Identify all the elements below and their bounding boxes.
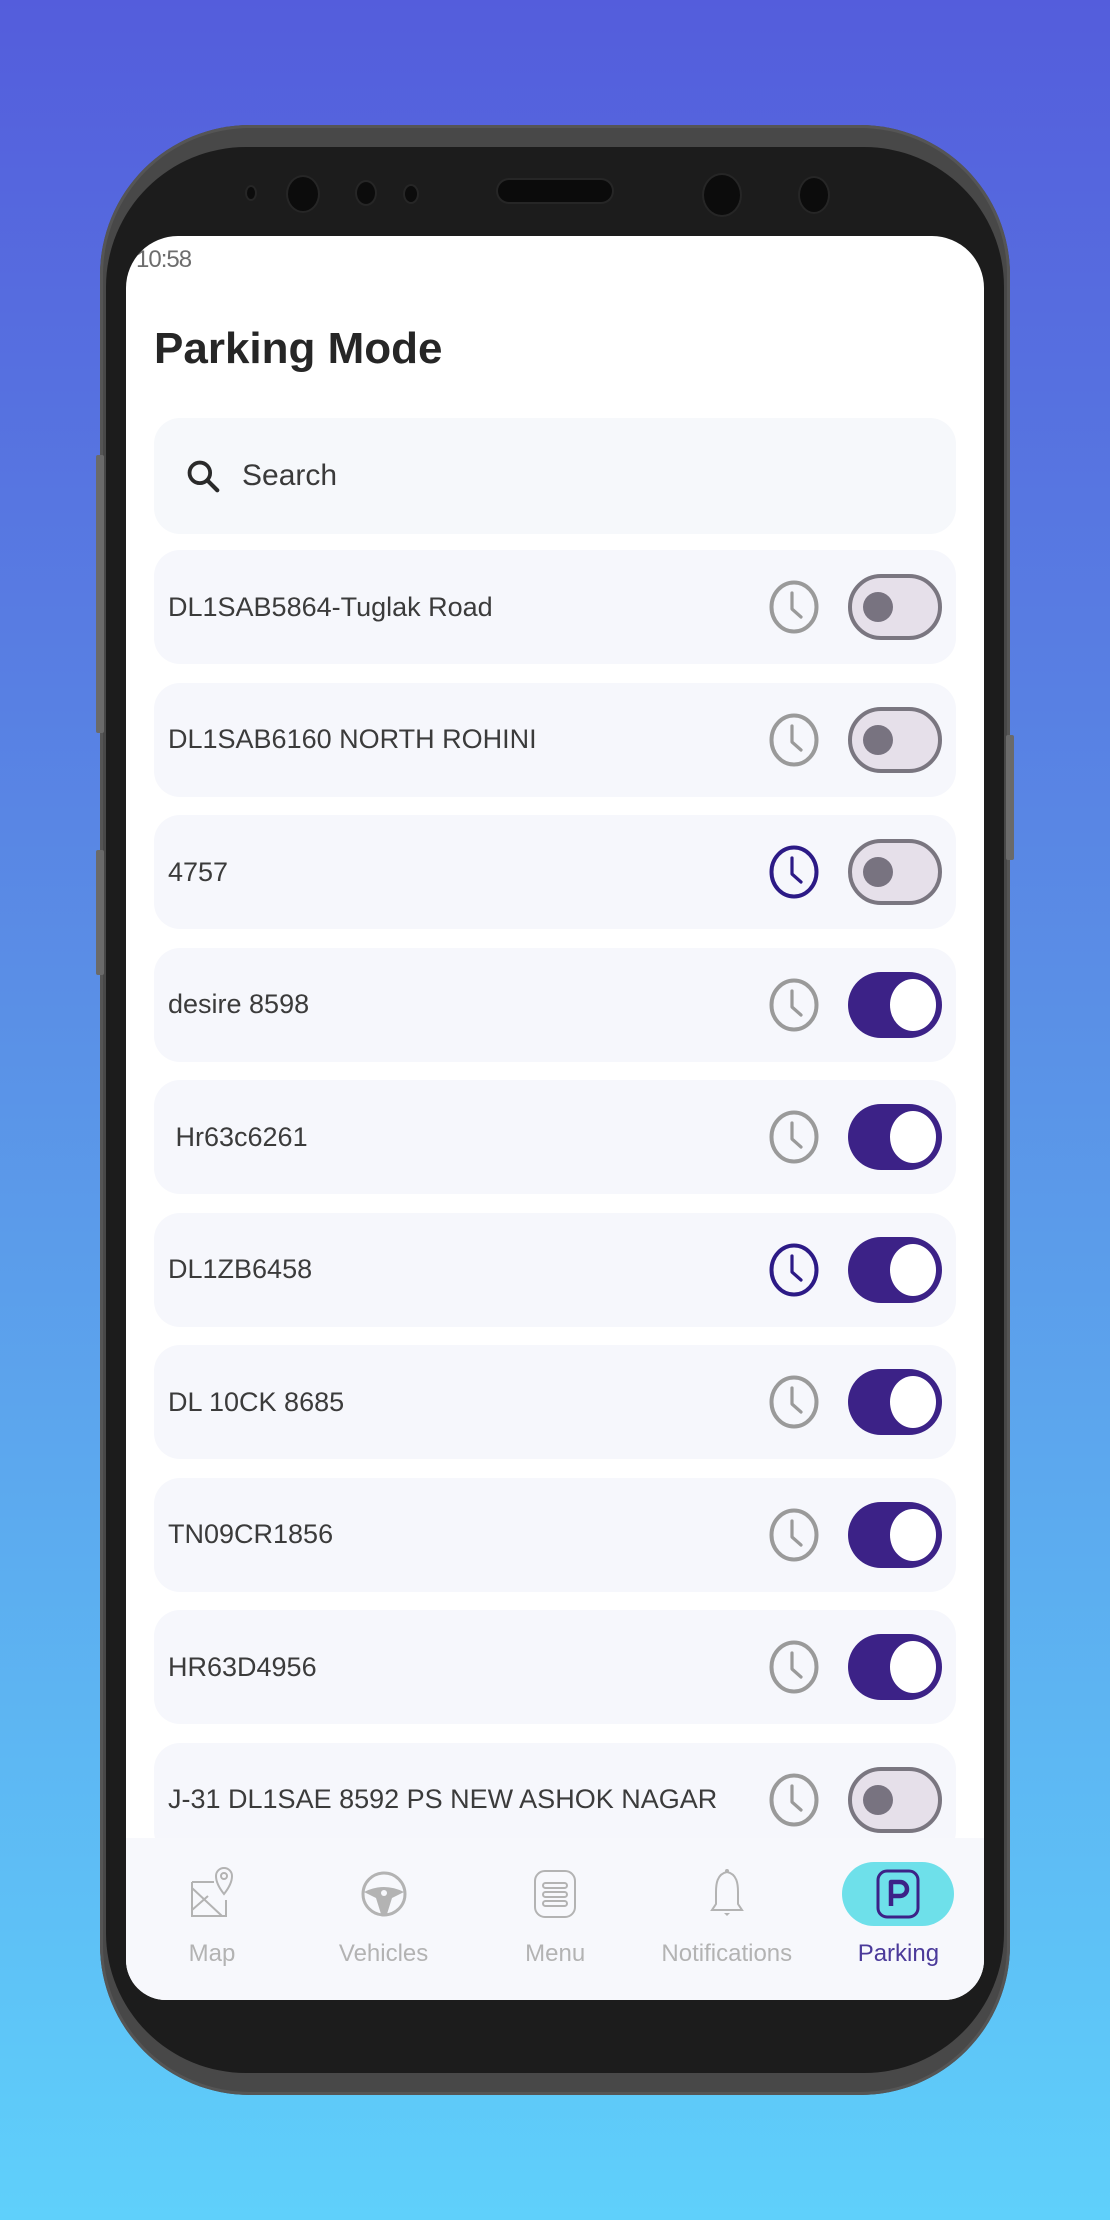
toggle-knob — [863, 592, 893, 622]
schedule-clock-icon[interactable] — [768, 1772, 820, 1828]
vehicle-row[interactable]: 4757 — [154, 815, 956, 929]
proximity-sensor — [247, 187, 255, 199]
vehicle-row[interactable]: DL1SAB5864-Tuglak Road — [154, 550, 956, 664]
iris-camera — [704, 175, 740, 215]
app-screen: 10:58 Parking Mode DL1SAB5864-Tuglak Roa… — [126, 236, 984, 2000]
sensor-dot — [405, 186, 417, 202]
map-pin-icon — [156, 1862, 268, 1926]
vehicle-row[interactable]: desire 8598 — [154, 947, 956, 1062]
schedule-clock-icon[interactable] — [768, 844, 820, 900]
vehicle-row[interactable]: DL 10CK 8685 — [154, 1345, 956, 1459]
vehicle-name: DL 10CK 8685 — [168, 1386, 345, 1417]
vehicle-name: DL1SAB5864-Tuglak Road — [168, 591, 493, 622]
schedule-clock-icon[interactable] — [768, 712, 820, 768]
nav-item-map[interactable]: Map — [126, 1838, 298, 2000]
parking-mode-toggle[interactable] — [848, 971, 942, 1038]
nav-item-parking[interactable]: Parking — [812, 1838, 984, 2000]
volume-down-button — [96, 850, 104, 975]
toggle-knob — [890, 1641, 936, 1693]
toggle-knob — [863, 1784, 893, 1815]
power-button — [1006, 735, 1014, 860]
vehicle-name: 4757 — [168, 856, 229, 887]
vehicle-row[interactable]: TN09CR1856 — [154, 1477, 956, 1592]
nav-label: Parking — [857, 1940, 940, 1967]
toggle-knob — [890, 1111, 936, 1163]
parking-mode-toggle[interactable] — [848, 1634, 942, 1700]
menu-icon — [499, 1862, 611, 1926]
parking-mode-toggle[interactable] — [848, 1104, 942, 1170]
vehicle-row[interactable]: Hr63c6261 — [154, 1080, 956, 1194]
parking-mode-toggle[interactable] — [848, 1501, 942, 1568]
schedule-clock-icon[interactable] — [768, 1109, 820, 1165]
earpiece-speaker — [498, 180, 612, 202]
search-input[interactable] — [242, 459, 842, 493]
vehicle-row[interactable]: DL1ZB6458 — [154, 1212, 956, 1327]
search-bar[interactable] — [154, 418, 956, 534]
nav-label: Notifications — [661, 1940, 793, 1967]
nav-item-vehicles[interactable]: Vehicles — [298, 1838, 470, 2000]
steering-wheel-icon — [328, 1862, 440, 1926]
toggle-knob — [890, 1243, 936, 1296]
vehicle-name: DL1SAB6160 NORTH ROHINI — [168, 724, 537, 754]
bottom-nav: Map Vehicles Menu Notifications Parking — [126, 1838, 984, 2000]
search-icon — [187, 460, 220, 493]
schedule-clock-icon[interactable] — [768, 579, 820, 635]
vehicle-row[interactable]: HR63D4956 — [154, 1610, 956, 1724]
schedule-clock-icon[interactable] — [768, 1374, 820, 1430]
status-bar-time: 10:58 — [136, 246, 192, 273]
bell-icon — [671, 1862, 783, 1926]
volume-up-button — [96, 455, 104, 733]
nav-label: Map — [188, 1940, 236, 1967]
schedule-clock-icon[interactable] — [768, 1639, 820, 1695]
nav-label: Menu — [525, 1940, 586, 1967]
page-title: Parking Mode — [154, 324, 443, 373]
parking-icon — [842, 1862, 955, 1926]
nav-item-menu[interactable]: Menu — [469, 1838, 641, 2000]
nav-label: Vehicles — [338, 1940, 429, 1967]
schedule-clock-icon[interactable] — [768, 1507, 820, 1563]
parking-mode-toggle[interactable] — [848, 574, 942, 640]
vehicle-name: HR63D4956 — [168, 1651, 317, 1682]
toggle-knob — [890, 1376, 936, 1428]
vehicle-name: Hr63c6261 — [168, 1121, 308, 1152]
parking-mode-toggle[interactable] — [848, 1766, 942, 1833]
toggle-knob — [890, 1508, 936, 1561]
nav-item-notifications[interactable]: Notifications — [641, 1838, 813, 2000]
parking-mode-toggle[interactable] — [848, 706, 942, 773]
vehicle-name: J-31 DL1SAE 8592 PS NEW ASHOK NAGAR — [168, 1784, 718, 1814]
vehicle-name: DL1ZB6458 — [168, 1254, 313, 1284]
toggle-knob — [863, 724, 893, 755]
vehicle-name: desire 8598 — [168, 989, 310, 1019]
sensor-dot — [357, 182, 375, 204]
vehicle-row[interactable]: DL1SAB6160 NORTH ROHINI — [154, 682, 956, 797]
toggle-knob — [890, 978, 936, 1031]
parking-mode-toggle[interactable] — [848, 1369, 942, 1435]
schedule-clock-icon[interactable] — [768, 1242, 820, 1298]
toggle-knob — [863, 857, 893, 887]
parking-mode-toggle[interactable] — [848, 839, 942, 905]
vehicle-name: TN09CR1856 — [168, 1519, 334, 1549]
front-camera — [288, 177, 318, 211]
parking-mode-toggle[interactable] — [848, 1236, 942, 1303]
schedule-clock-icon[interactable] — [768, 977, 820, 1033]
iris-led — [800, 178, 828, 212]
